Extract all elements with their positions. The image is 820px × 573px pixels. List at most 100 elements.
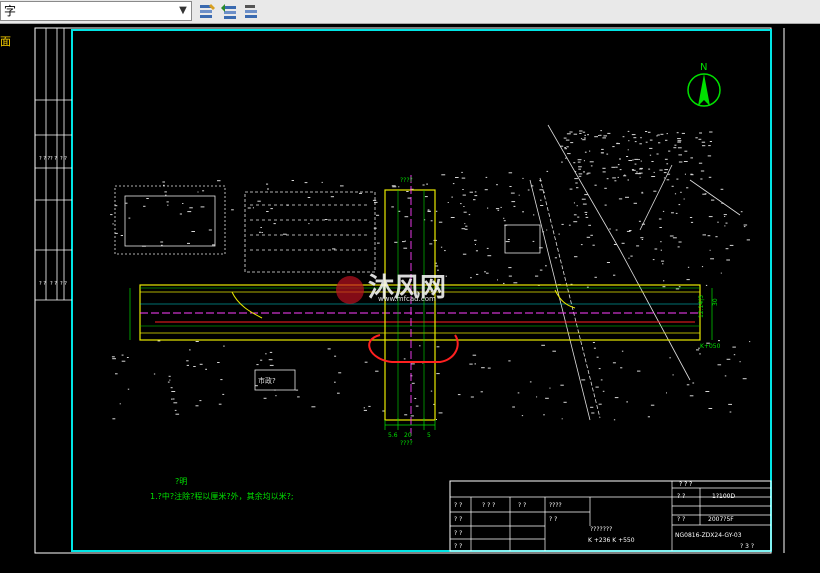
survey-mark — [394, 241, 398, 243]
survey-mark — [746, 239, 750, 241]
survey-mark — [558, 233, 560, 235]
survey-mark — [263, 397, 267, 399]
notes-title: ?明 — [175, 477, 187, 486]
survey-mark — [500, 206, 502, 208]
survey-mark — [598, 135, 600, 136]
chevron-down-icon[interactable]: ▼ — [177, 2, 189, 20]
survey-mark — [720, 272, 722, 274]
survey-mark — [208, 229, 212, 231]
survey-mark — [701, 141, 706, 143]
survey-mark — [125, 202, 128, 204]
survey-mark — [724, 216, 726, 217]
survey-mark — [179, 213, 182, 215]
survey-mark — [705, 284, 708, 286]
survey-mark — [705, 391, 710, 392]
survey-mark — [569, 131, 573, 133]
top-marks: ???? — [400, 177, 413, 184]
survey-mark — [573, 202, 575, 204]
survey-mark — [614, 397, 619, 399]
svg-text:? ?: ? ? — [50, 156, 57, 162]
survey-mark — [708, 176, 712, 178]
survey-mark — [165, 194, 167, 196]
survey-mark — [590, 165, 593, 167]
survey-mark — [402, 241, 405, 243]
survey-mark — [743, 224, 748, 226]
survey-mark — [522, 211, 524, 213]
layer-previous-icon[interactable] — [220, 2, 238, 20]
layer-properties-icon[interactable] — [198, 2, 216, 20]
survey-mark — [684, 150, 688, 152]
survey-mark — [726, 259, 730, 261]
survey-mark — [743, 226, 746, 228]
survey-mark — [700, 178, 703, 180]
survey-mark — [376, 214, 380, 216]
survey-mark — [480, 391, 483, 393]
survey-mark — [539, 269, 543, 271]
survey-mark — [594, 136, 598, 138]
layer-states-icon[interactable] — [242, 2, 260, 20]
survey-mark — [447, 202, 449, 203]
survey-mark — [193, 366, 196, 367]
survey-mark — [375, 370, 379, 372]
north-label: N — [700, 62, 707, 73]
survey-mark — [627, 149, 629, 151]
survey-mark — [626, 156, 629, 157]
survey-mark — [273, 223, 276, 225]
survey-mark — [121, 360, 126, 362]
survey-mark — [574, 178, 578, 180]
survey-mark — [436, 373, 440, 375]
survey-mark — [689, 395, 694, 397]
survey-mark — [532, 240, 535, 242]
survey-mark — [600, 379, 603, 381]
revision-strip — [35, 28, 72, 301]
survey-mark — [119, 403, 121, 405]
survey-mark — [265, 353, 267, 355]
tb-r2-mid: ? ? — [677, 493, 685, 500]
survey-mark — [321, 181, 323, 183]
drawing-canvas[interactable]: ? ? ?? ?? ? ? ?? ?? ? N 12.14|5 30 K+050… — [0, 24, 820, 573]
survey-mark — [410, 363, 415, 365]
survey-mark — [266, 211, 269, 212]
survey-mark — [392, 186, 397, 188]
watermark-url: www.mfcad.com — [378, 295, 436, 303]
survey-mark — [566, 146, 569, 148]
survey-mark — [561, 223, 564, 225]
survey-mark — [717, 364, 722, 366]
survey-mark — [669, 357, 671, 359]
survey-mark — [639, 168, 643, 170]
survey-mark — [622, 136, 625, 138]
survey-mark — [729, 244, 734, 246]
survey-mark — [554, 257, 557, 259]
survey-mark — [415, 405, 419, 407]
survey-mark — [497, 279, 498, 281]
survey-mark — [661, 260, 665, 262]
survey-mark — [674, 144, 677, 146]
survey-mark — [715, 236, 718, 238]
survey-mark — [269, 364, 274, 366]
survey-mark — [115, 373, 118, 375]
survey-mark — [508, 275, 512, 277]
survey-mark — [199, 363, 203, 365]
survey-mark — [468, 214, 471, 216]
survey-mark — [578, 168, 581, 170]
survey-mark — [565, 157, 567, 159]
survey-mark — [127, 388, 130, 390]
survey-mark — [257, 200, 261, 202]
survey-mark — [202, 190, 205, 192]
survey-mark — [368, 405, 371, 407]
dim-bottom-1: 5.6 — [388, 432, 398, 439]
survey-mark — [576, 205, 578, 207]
survey-mark — [469, 363, 473, 365]
survey-mark — [450, 217, 455, 218]
survey-mark — [663, 177, 665, 179]
svg-text:? ?: ? ? — [60, 156, 67, 162]
survey-mark — [473, 199, 476, 201]
layer-dropdown[interactable]: 字 ▼ — [0, 1, 192, 21]
survey-mark — [166, 201, 169, 203]
survey-mark — [507, 239, 510, 240]
survey-mark — [686, 384, 690, 386]
survey-mark — [662, 263, 664, 265]
survey-mark — [666, 133, 668, 135]
survey-mark — [546, 229, 548, 231]
survey-mark — [677, 141, 681, 143]
